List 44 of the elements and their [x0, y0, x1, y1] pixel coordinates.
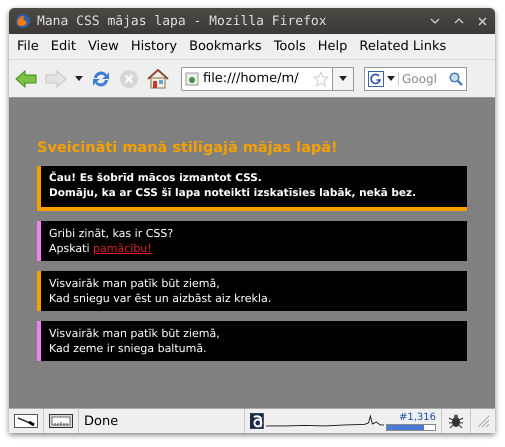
caret-icon — [339, 76, 347, 81]
close-icon[interactable] — [478, 16, 487, 26]
back-arrow-icon[interactable] — [15, 70, 37, 88]
search-engine-icon[interactable] — [368, 70, 384, 86]
home-icon[interactable] — [147, 68, 169, 88]
menu-item[interactable]: Tools — [268, 39, 312, 54]
maximize-icon[interactable] — [454, 17, 464, 25]
page-heading: Sveicināti manā stilīgajā mājas lapā! — [37, 140, 339, 156]
menu-item[interactable]: Help — [312, 39, 354, 54]
paragraph-line: Visvairāk man patīk būt ziemā, — [49, 277, 220, 290]
paragraph-line: Kad sniegu var ēst un aizbāst aiz krekla. — [49, 292, 272, 305]
paragraph-line: Domāju, ka ar CSS šī lapa noteikti izskatīsies labāk, nekā bez. — [49, 187, 416, 199]
search-icon[interactable] — [449, 72, 463, 86]
menu-item[interactable]: History — [124, 39, 184, 54]
paragraph-line: Visvairāk man patīk būt ziemā, — [49, 327, 220, 340]
page-icon — [185, 72, 199, 86]
dropdown-button[interactable] — [332, 66, 354, 90]
tutorial-link[interactable]: pamācību! — [93, 242, 152, 255]
window-title: Mana CSS mājas lapa - Mozilla Firefox — [37, 14, 328, 28]
search-field[interactable]: Googl — [398, 72, 446, 86]
menu-item[interactable]: File — [11, 39, 45, 54]
caret-icon[interactable] — [387, 76, 395, 81]
stop-icon — [119, 68, 139, 88]
status-text: Done — [84, 414, 118, 428]
paragraph-line: Čau! Es šobrīd mācos izmantot CSS. — [49, 172, 262, 184]
address-field[interactable]: file:///home/m/ — [181, 66, 332, 90]
paragraph-line: Gribi zināt, kas ir CSS? — [49, 227, 174, 240]
counter-text: #1,316 — [398, 412, 436, 422]
ruler-icon[interactable] — [49, 414, 73, 428]
paragraph-line: Kad zeme ir sniega baltumā. — [49, 342, 207, 355]
menu-item[interactable]: View — [82, 39, 125, 54]
letter-a-icon[interactable] — [250, 413, 264, 429]
pipette-icon[interactable] — [14, 414, 38, 428]
paragraph-line: Apskati — [49, 242, 90, 255]
star-icon[interactable] — [313, 70, 329, 86]
minimize-icon[interactable] — [430, 17, 440, 25]
menu-item[interactable]: Edit — [44, 39, 82, 54]
menu-item[interactable]: Related Links — [353, 39, 452, 54]
search-bar[interactable]: Googl — [364, 66, 467, 90]
menu-item[interactable]: Bookmarks — [183, 39, 268, 54]
resize-grip-icon[interactable] — [476, 414, 490, 428]
caret-icon[interactable] — [75, 76, 83, 81]
reload-icon[interactable] — [91, 68, 111, 88]
bug-icon[interactable] — [447, 413, 465, 429]
